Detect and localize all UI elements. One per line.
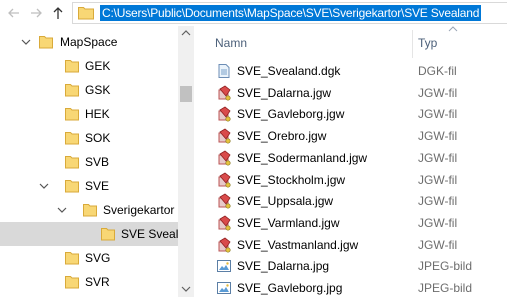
world-file-icon bbox=[218, 237, 231, 253]
folder-icon bbox=[65, 108, 79, 121]
tree-item[interactable]: SVR bbox=[0, 270, 178, 294]
world-file-icon bbox=[218, 106, 231, 122]
tree-item-label: SVG bbox=[85, 251, 111, 265]
folder-icon bbox=[65, 60, 79, 73]
file-name: SVE_Svealand.dgk bbox=[237, 64, 341, 78]
world-file-icon bbox=[218, 215, 231, 231]
tree-item[interactable]: GEK bbox=[0, 54, 178, 78]
file-type: JGW-fil bbox=[418, 172, 458, 187]
tree-item-label: SVE bbox=[85, 179, 110, 193]
tree-item-label: Sverigekartor bbox=[103, 203, 175, 217]
tree-item[interactable]: SVG bbox=[0, 246, 178, 270]
scroll-up-icon[interactable] bbox=[181, 29, 191, 37]
file-row[interactable]: SVE_Dalarna.jpg JPEG-bild bbox=[196, 255, 507, 277]
file-name: SVE_Gavleborg.jpg bbox=[237, 281, 343, 295]
file-name: SVE_Gavleborg.jgw bbox=[237, 107, 345, 122]
tree-item[interactable]: SOK bbox=[0, 126, 178, 150]
file-row[interactable]: SVE_Stockholm.jgw JGW-fil bbox=[196, 169, 507, 191]
file-row[interactable]: SVE_Gavleborg.jpg JPEG-bild bbox=[196, 277, 507, 297]
tree-item-label: SVB bbox=[85, 155, 110, 169]
world-file-icon bbox=[218, 85, 231, 101]
tree-item-label: HEK bbox=[85, 107, 110, 121]
tree-item[interactable]: SVB bbox=[0, 150, 178, 174]
folder-icon bbox=[65, 84, 79, 97]
file-row[interactable]: SVE_Gavleborg.jgw JGW-fil bbox=[196, 103, 507, 125]
folder-icon bbox=[65, 180, 79, 193]
file-row[interactable]: SVE_Orebro.jgw JGW-fil bbox=[196, 125, 507, 147]
folder-icon bbox=[39, 36, 53, 49]
file-type: JPEG-bild bbox=[418, 259, 473, 274]
file-name: SVE_Orebro.jgw bbox=[237, 129, 327, 144]
tree-item-label: GEK bbox=[85, 59, 111, 73]
folder-icon bbox=[65, 156, 79, 169]
file-type: DGK-fil bbox=[418, 64, 457, 78]
tree-item[interactable]: HEK bbox=[0, 102, 178, 126]
folder-icon bbox=[65, 132, 79, 145]
file-name: SVE_Uppsala.jgw bbox=[237, 194, 334, 209]
file-type: JGW-fil bbox=[418, 107, 458, 122]
image-file-icon bbox=[217, 260, 231, 273]
file-name: SVE_Varmland.jgw bbox=[237, 215, 340, 230]
file-name: SVE_Stockholm.jgw bbox=[237, 172, 346, 187]
chevron-down-icon[interactable] bbox=[20, 36, 32, 48]
file-type: JGW-fil bbox=[418, 194, 458, 209]
tree-item[interactable]: SVE Svealand bbox=[0, 222, 178, 246]
scrollbar-thumb[interactable] bbox=[180, 86, 192, 102]
folder-icon bbox=[65, 276, 79, 289]
tree-item[interactable]: MapSpace bbox=[0, 30, 178, 54]
file-type: JGW-fil bbox=[418, 215, 458, 230]
file-name: SVE_Sodermanland.jgw bbox=[237, 150, 368, 165]
image-file-icon bbox=[217, 282, 231, 294]
column-divider[interactable] bbox=[412, 30, 413, 58]
forward-button[interactable] bbox=[26, 3, 46, 23]
folder-icon bbox=[83, 204, 97, 217]
tree-item-label: MapSpace bbox=[60, 35, 118, 49]
back-button[interactable] bbox=[4, 3, 24, 23]
tree-item-label: SVE Svealand bbox=[121, 227, 178, 241]
file-row[interactable]: SVE_Dalarna.jgw JGW-fil bbox=[196, 82, 507, 104]
file-type: JGW-fil bbox=[418, 237, 458, 252]
file-row[interactable]: SVE_Vastmanland.jgw JGW-fil bbox=[196, 234, 507, 256]
tree-item[interactable]: SVE bbox=[0, 174, 178, 198]
tree-item-label: SOK bbox=[85, 131, 111, 145]
file-list: Namn Typ SVE_Svealand.dgk DGK-fil SVE_Dala… bbox=[196, 26, 507, 297]
tree-item-label: SVR bbox=[85, 275, 110, 289]
scroll-down-icon[interactable] bbox=[181, 285, 191, 293]
up-button[interactable] bbox=[48, 3, 68, 23]
folder-icon bbox=[101, 228, 115, 241]
file-name: SVE_Dalarna.jgw bbox=[237, 85, 332, 100]
column-header-type[interactable]: Typ bbox=[418, 26, 478, 60]
tree-item-label: GSK bbox=[85, 83, 111, 97]
arrow-right-icon bbox=[31, 8, 42, 18]
file-type: JGW-fil bbox=[418, 150, 458, 165]
file-row[interactable]: SVE_Uppsala.jgw JGW-fil bbox=[196, 190, 507, 212]
world-file-icon bbox=[218, 172, 231, 188]
arrow-up-icon bbox=[53, 7, 63, 19]
file-name: SVE_Dalarna.jpg bbox=[237, 259, 330, 274]
chevron-down-icon[interactable] bbox=[38, 180, 50, 192]
text-document-icon bbox=[218, 64, 230, 78]
chevron-down-icon[interactable] bbox=[56, 204, 68, 216]
file-type: JPEG-bild bbox=[418, 281, 473, 295]
file-name: SVE_Vastmanland.jgw bbox=[237, 237, 359, 252]
tree-scrollbar[interactable] bbox=[178, 26, 194, 297]
arrow-left-icon bbox=[8, 8, 19, 18]
tree-item[interactable]: Sverigekartor bbox=[0, 198, 178, 222]
file-type: JGW-fil bbox=[418, 129, 458, 144]
world-file-icon bbox=[218, 193, 231, 209]
world-file-icon bbox=[218, 128, 231, 144]
address-bar[interactable]: C:\Users\Public\Documents\MapSpace\SVE\S… bbox=[72, 2, 507, 24]
file-row[interactable]: SVE_Varmland.jgw JGW-fil bbox=[196, 212, 507, 234]
folder-icon bbox=[78, 7, 94, 20]
file-type: JGW-fil bbox=[418, 85, 458, 100]
file-row[interactable]: SVE_Sodermanland.jgw JGW-fil bbox=[196, 147, 507, 169]
address-path[interactable]: C:\Users\Public\Documents\MapSpace\SVE\S… bbox=[100, 5, 482, 21]
column-header-name[interactable]: Namn bbox=[215, 26, 415, 60]
address-row: C:\Users\Public\Documents\MapSpace\SVE\S… bbox=[0, 0, 507, 26]
world-file-icon bbox=[218, 150, 231, 166]
tree-item[interactable]: GSK bbox=[0, 78, 178, 102]
navigation-tree: MapSpace GEK GSK HEK SOK SVB SVE Sverigekartor S… bbox=[0, 30, 178, 297]
folder-icon bbox=[65, 252, 79, 265]
file-row[interactable]: SVE_Svealand.dgk DGK-fil bbox=[196, 60, 507, 82]
